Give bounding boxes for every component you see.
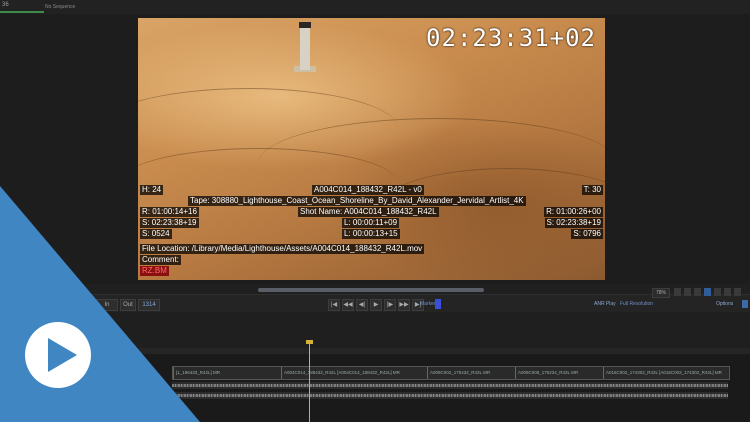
overlay-comment: Comment: bbox=[140, 255, 181, 265]
top-bar: 36 No Sequence bbox=[0, 0, 750, 15]
viewer-icon-row bbox=[674, 288, 744, 296]
overlay-tracks: T: 30 bbox=[581, 185, 603, 195]
transport-bar: In Out 1314 |◀ ◀◀ ◀| ▶ |▶ ▶▶ ▶| Marker A… bbox=[0, 294, 750, 314]
overlay-tape: Tape: 308880_Lighthouse_Coast_Ocean_Shor… bbox=[188, 196, 526, 206]
marker-label: Marker bbox=[420, 301, 436, 307]
overlay-tag: RZ.BM bbox=[140, 266, 169, 276]
video-frame[interactable]: 02:23:31+02 H: 24 A004C014_188432_R42L -… bbox=[138, 18, 605, 280]
timeline-clip[interactable]: A004C014_188432_R42L [A004C014_188432_R4… bbox=[281, 367, 427, 379]
video-track[interactable]: [1_196433_R42L] MR A004C014_188432_R42L … bbox=[172, 366, 730, 380]
overlay-frame-b: S: 0796 bbox=[571, 229, 603, 239]
go-to-start-icon[interactable]: |◀ bbox=[328, 299, 340, 311]
zoom-select[interactable]: 78% bbox=[652, 288, 670, 298]
timeline-toolbar bbox=[0, 312, 750, 348]
in-point-field[interactable]: In bbox=[96, 299, 118, 311]
full-resolution-chip[interactable]: Full Resolution bbox=[620, 299, 653, 309]
options-button[interactable]: Options bbox=[716, 299, 733, 309]
step-back-icon[interactable]: ◀◀ bbox=[342, 299, 354, 311]
channel-icon[interactable] bbox=[674, 288, 681, 296]
overlay-length-b: L: 00:00:13+15 bbox=[342, 229, 400, 239]
out-point-field[interactable]: Out bbox=[120, 299, 136, 311]
marker-color-swatch[interactable] bbox=[435, 299, 441, 309]
sequence-label: No Sequence bbox=[45, 4, 76, 10]
overlay-rec-in: R: 01:00:14+16 bbox=[140, 207, 199, 217]
playhead[interactable] bbox=[306, 340, 313, 422]
audio-track[interactable] bbox=[172, 382, 728, 389]
timecode-display: 02:23:31+02 bbox=[426, 24, 596, 52]
overlay-length-a: L: 00:00:11+09 bbox=[342, 218, 400, 228]
next-frame-icon[interactable]: |▶ bbox=[384, 299, 396, 311]
overlay-shot-name: Shot Name: A004C014_188432_R42L bbox=[298, 207, 439, 217]
scrub-handle[interactable] bbox=[258, 288, 484, 292]
overlay-rec-out: R: 01:00:26+00 bbox=[544, 207, 603, 217]
overlay-frame-a: S: 0524 bbox=[140, 229, 172, 239]
lighthouse bbox=[299, 22, 311, 70]
options-dropdown-icon[interactable] bbox=[742, 300, 748, 308]
prev-frame-icon[interactable]: ◀| bbox=[356, 299, 368, 311]
audio-track[interactable] bbox=[172, 392, 728, 399]
overlay-src-out: S: 02:23:38+19 bbox=[544, 218, 603, 228]
timeline-clip[interactable]: A009C002_175432_R42L MR bbox=[427, 367, 515, 379]
color-icon[interactable] bbox=[724, 288, 731, 296]
duration-field[interactable]: 1314 bbox=[138, 299, 160, 311]
timeline-clip[interactable]: [1_196433_R42L] MR bbox=[173, 367, 281, 379]
overlay-handles: H: 24 bbox=[140, 185, 164, 195]
timeline-panel: [1_196433_R42L] MR A004C014_188432_R42L … bbox=[0, 354, 750, 422]
settings-icon[interactable] bbox=[734, 288, 741, 296]
scrub-bar[interactable] bbox=[0, 284, 750, 294]
top-timestamp: 36 bbox=[2, 2, 9, 8]
mask-icon[interactable] bbox=[694, 288, 701, 296]
anr-play-chip[interactable]: ANR Play bbox=[594, 299, 616, 309]
overlay-src-in: S: 02:23:38+19 bbox=[140, 218, 199, 228]
overlay-file-location: File Location: /Library/Media/Lighthouse… bbox=[140, 244, 425, 254]
audio-icon[interactable] bbox=[714, 288, 721, 296]
step-forward-icon[interactable]: ▶▶ bbox=[398, 299, 410, 311]
overlay-clip-name: A004C014_188432_R42L - v0 bbox=[312, 185, 424, 195]
timeline-clip[interactable]: A016C002_174302_R42L [A016C002_174302_R4… bbox=[603, 367, 729, 379]
timeline-clip[interactable]: A009C008_175234_R42L MR bbox=[515, 367, 603, 379]
overlay-toggle-icon[interactable] bbox=[704, 288, 711, 296]
progress-indicator bbox=[0, 11, 44, 13]
grid-icon[interactable] bbox=[684, 288, 691, 296]
play-icon[interactable]: ▶ bbox=[370, 299, 382, 311]
